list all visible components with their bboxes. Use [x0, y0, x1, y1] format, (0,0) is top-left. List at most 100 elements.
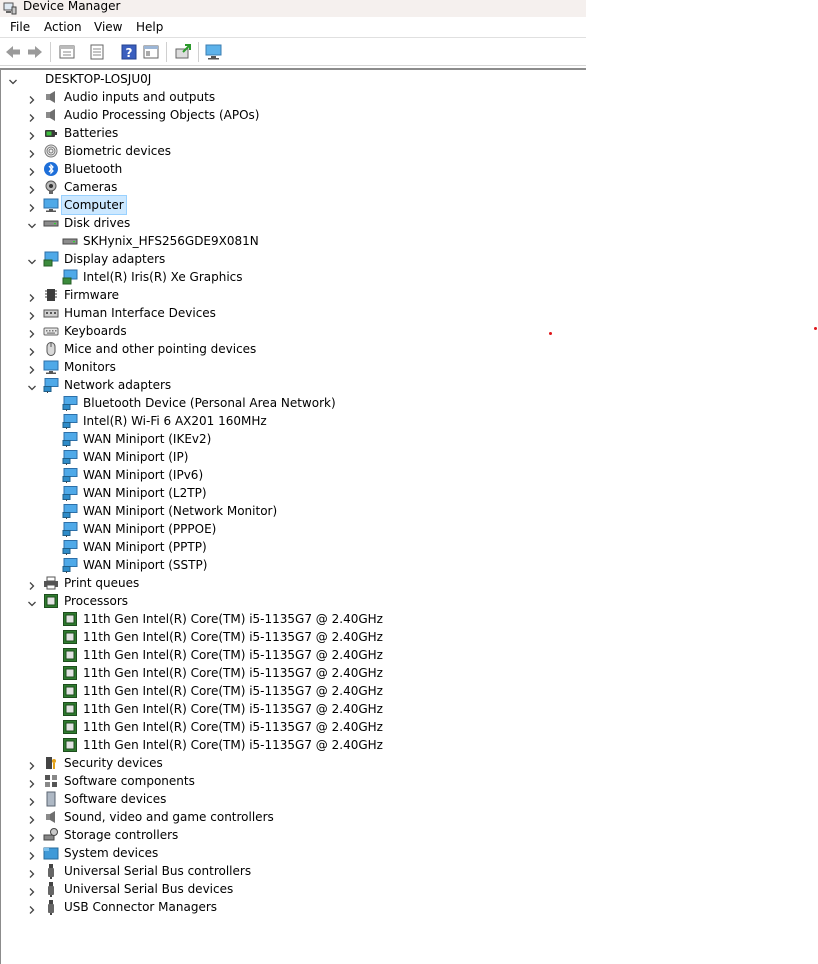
tree-category-keyboards[interactable]: Keyboards: [1, 322, 585, 340]
expand-chevron-icon[interactable]: [27, 758, 37, 770]
tree-category-sound-video-and-game-controllers[interactable]: Sound, video and game controllers: [1, 808, 585, 826]
expand-chevron-icon[interactable]: [27, 200, 37, 212]
tree-item-label: USB Connector Managers: [64, 900, 218, 914]
tree-category-storage-controllers[interactable]: Storage controllers: [1, 826, 585, 844]
tree-category-mice-and-other-pointing-devices[interactable]: Mice and other pointing devices: [1, 340, 585, 358]
tree-item-label: Keyboards: [64, 324, 127, 338]
tree-item-label: WAN Miniport (L2TP): [83, 486, 207, 500]
tree-device-item[interactable]: SKHynix_HFS256GDE9X081N: [1, 232, 585, 250]
tree-device-item[interactable]: 11th Gen Intel(R) Core(TM) i5-1135G7 @ 2…: [1, 718, 585, 736]
tree-category-audio-processing-objects-apos[interactable]: Audio Processing Objects (APOs): [1, 106, 585, 124]
expand-chevron-icon[interactable]: [27, 362, 37, 374]
tree-device-item[interactable]: 11th Gen Intel(R) Core(TM) i5-1135G7 @ 2…: [1, 646, 585, 664]
menu-view[interactable]: View: [94, 20, 122, 35]
device-manager-app-icon: [3, 1, 17, 18]
tree-category-print-queues[interactable]: Print queues: [1, 574, 585, 592]
tree-device-item[interactable]: Intel(R) Wi-Fi 6 AX201 160MHz: [1, 412, 585, 430]
tree-device-item[interactable]: WAN Miniport (PPTP): [1, 538, 585, 556]
tree-category-network-adapters[interactable]: Network adapters: [1, 376, 585, 394]
tree-device-item[interactable]: Bluetooth Device (Personal Area Network): [1, 394, 585, 412]
tree-device-item[interactable]: 11th Gen Intel(R) Core(TM) i5-1135G7 @ 2…: [1, 628, 585, 646]
collapse-chevron-icon[interactable]: [27, 596, 37, 607]
menu-action[interactable]: Action: [44, 20, 82, 35]
network-adapter-icon: [62, 449, 78, 465]
expand-chevron-icon[interactable]: [27, 848, 37, 860]
expand-chevron-icon[interactable]: [27, 884, 37, 896]
tree-item-label: Software components: [64, 774, 195, 788]
expand-chevron-icon[interactable]: [27, 794, 37, 806]
tree-root-computer[interactable]: DESKTOP-LOSJU0J: [1, 70, 585, 88]
tree-device-item[interactable]: 11th Gen Intel(R) Core(TM) i5-1135G7 @ 2…: [1, 700, 585, 718]
tree-item-label: Mice and other pointing devices: [64, 342, 257, 356]
expand-chevron-icon[interactable]: [27, 902, 37, 914]
tree-category-disk-drives[interactable]: Disk drives: [1, 214, 585, 232]
tree-item-label: WAN Miniport (IPv6): [83, 468, 204, 482]
view-icon[interactable]: [142, 43, 160, 61]
tree-category-cameras[interactable]: Cameras: [1, 178, 585, 196]
expand-chevron-icon[interactable]: [27, 866, 37, 878]
tree-category-usb-connector-managers[interactable]: USB Connector Managers: [1, 898, 585, 916]
network-adapter-icon: [62, 485, 78, 501]
tree-device-item[interactable]: 11th Gen Intel(R) Core(TM) i5-1135G7 @ 2…: [1, 736, 585, 754]
expand-chevron-icon[interactable]: [27, 578, 37, 590]
expand-chevron-icon[interactable]: [27, 812, 37, 824]
update-driver-icon[interactable]: [174, 43, 192, 61]
expand-chevron-icon[interactable]: [27, 776, 37, 788]
tree-item-label: Audio inputs and outputs: [64, 90, 216, 104]
tree-device-item[interactable]: WAN Miniport (PPPOE): [1, 520, 585, 538]
collapse-chevron-icon[interactable]: [27, 254, 37, 265]
expand-chevron-icon[interactable]: [27, 92, 37, 104]
tree-category-batteries[interactable]: Batteries: [1, 124, 585, 142]
tree-category-software-components[interactable]: Software components: [1, 772, 585, 790]
tree-device-item[interactable]: WAN Miniport (IP): [1, 448, 585, 466]
tree-category-monitors[interactable]: Monitors: [1, 358, 585, 376]
expand-chevron-icon[interactable]: [27, 344, 37, 356]
expand-chevron-icon[interactable]: [27, 146, 37, 158]
tree-item-label: System devices: [64, 846, 159, 860]
red-dot-marker: [549, 332, 552, 335]
tree-category-biometric-devices[interactable]: Biometric devices: [1, 142, 585, 160]
tree-device-item[interactable]: WAN Miniport (IKEv2): [1, 430, 585, 448]
expand-chevron-icon[interactable]: [27, 182, 37, 194]
expand-chevron-icon[interactable]: [27, 110, 37, 122]
collapse-chevron-icon[interactable]: [27, 380, 37, 391]
properties-icon[interactable]: [58, 43, 76, 61]
menu-file[interactable]: File: [10, 20, 30, 35]
device-tree-pane[interactable]: DESKTOP-LOSJU0J Audio inputs and outputs A…: [0, 68, 586, 964]
tree-category-firmware[interactable]: Firmware: [1, 286, 585, 304]
tree-category-bluetooth[interactable]: Bluetooth: [1, 160, 585, 178]
expand-chevron-icon[interactable]: [27, 128, 37, 140]
expand-chevron-icon[interactable]: [27, 830, 37, 842]
tree-device-item[interactable]: 11th Gen Intel(R) Core(TM) i5-1135G7 @ 2…: [1, 610, 585, 628]
tree-device-item[interactable]: WAN Miniport (SSTP): [1, 556, 585, 574]
scan-hardware-icon[interactable]: [205, 43, 223, 61]
help-icon[interactable]: ?: [120, 43, 138, 61]
tree-category-computer[interactable]: Computer: [1, 195, 585, 215]
collapse-chevron-icon[interactable]: [8, 74, 18, 85]
tree-category-human-interface-devices[interactable]: Human Interface Devices: [1, 304, 585, 322]
back-icon[interactable]: [4, 43, 22, 61]
expand-chevron-icon[interactable]: [27, 308, 37, 320]
tree-category-processors[interactable]: Processors: [1, 592, 585, 610]
tree-category-audio-inputs-and-outputs[interactable]: Audio inputs and outputs: [1, 88, 585, 106]
tree-device-item[interactable]: Intel(R) Iris(R) Xe Graphics: [1, 268, 585, 286]
tree-category-universal-serial-bus-devices[interactable]: Universal Serial Bus devices: [1, 880, 585, 898]
expand-chevron-icon[interactable]: [27, 326, 37, 338]
tree-category-software-devices[interactable]: Software devices: [1, 790, 585, 808]
tree-device-item[interactable]: WAN Miniport (Network Monitor): [1, 502, 585, 520]
tree-device-item[interactable]: 11th Gen Intel(R) Core(TM) i5-1135G7 @ 2…: [1, 682, 585, 700]
show-hide-tree-icon[interactable]: [88, 43, 106, 61]
tree-category-universal-serial-bus-controllers[interactable]: Universal Serial Bus controllers: [1, 862, 585, 880]
camera-icon: [43, 179, 59, 195]
collapse-chevron-icon[interactable]: [27, 218, 37, 229]
forward-icon[interactable]: [26, 43, 44, 61]
tree-category-security-devices[interactable]: Security devices: [1, 754, 585, 772]
tree-category-system-devices[interactable]: System devices: [1, 844, 585, 862]
expand-chevron-icon[interactable]: [27, 164, 37, 176]
tree-device-item[interactable]: 11th Gen Intel(R) Core(TM) i5-1135G7 @ 2…: [1, 664, 585, 682]
tree-category-display-adapters[interactable]: Display adapters: [1, 250, 585, 268]
expand-chevron-icon[interactable]: [27, 290, 37, 302]
tree-device-item[interactable]: WAN Miniport (L2TP): [1, 484, 585, 502]
menu-help[interactable]: Help: [136, 20, 163, 35]
tree-device-item[interactable]: WAN Miniport (IPv6): [1, 466, 585, 484]
